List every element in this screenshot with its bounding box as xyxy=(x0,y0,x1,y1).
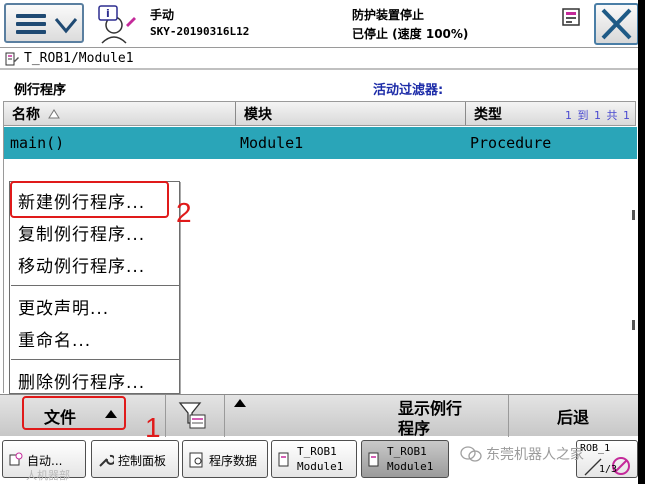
table-header: 名称 模块 类型 1 到 1 共 1 xyxy=(3,101,636,126)
column-type-label: 类型 xyxy=(474,107,502,123)
annotation-number-2: 2 xyxy=(176,197,192,228)
rob-fraction: 1/3 xyxy=(599,464,618,475)
menu-item-move-routine[interactable]: 移动例行程序... xyxy=(18,252,145,277)
speed-state: 已停止 (速度 100%) xyxy=(352,27,469,41)
hamburger-icon xyxy=(16,14,46,38)
table-row[interactable]: main() Module1 Procedure xyxy=(4,127,637,159)
menu-divider xyxy=(11,285,179,286)
task-control-panel[interactable]: 控制面板 xyxy=(91,440,179,478)
main-menu-button[interactable] xyxy=(4,3,84,43)
column-header-name[interactable]: 名称 xyxy=(4,102,236,125)
task1-line1: T_ROB1 xyxy=(297,445,337,458)
column-name-label: 名称 xyxy=(12,107,40,123)
menu-divider xyxy=(11,359,179,360)
program-editor-icon xyxy=(5,52,19,66)
menu-item-rename[interactable]: 重命名... xyxy=(18,326,91,351)
routine-name-cell: main() xyxy=(10,134,65,152)
column-module-label: 模块 xyxy=(244,107,272,123)
routine-type-cell: Procedure xyxy=(470,134,552,152)
vertical-scrollbar[interactable] xyxy=(631,160,636,390)
back-button[interactable]: 后退 xyxy=(509,395,638,437)
filter-funnel-icon xyxy=(178,402,206,429)
safety-state: 防护装置停止 xyxy=(352,8,425,22)
filter-button[interactable] xyxy=(166,395,224,437)
task-control-panel-label: 控制面板 xyxy=(118,454,167,468)
watermark-sub: 人机器部 xyxy=(26,469,70,482)
chevron-down-icon xyxy=(54,18,78,34)
breadcrumb: T_ROB1/Module1 xyxy=(0,48,638,70)
task-program-editor-1[interactable]: T_ROB1 Module1 xyxy=(271,440,357,478)
quickset-button[interactable]: ROB_1 1/3 xyxy=(576,440,638,478)
rob-label: ROB_1 xyxy=(580,443,611,454)
production-icon xyxy=(9,452,23,466)
task-program-data-label: 程序数据 xyxy=(209,454,258,468)
show-routine-label-2: 程序 xyxy=(398,419,431,438)
status-bar: i 手动 SKY-20190316L12 防护装置停止 已停止 (速度 100%… xyxy=(0,0,645,48)
back-label: 后退 xyxy=(557,408,590,427)
program-editor-icon xyxy=(368,452,379,467)
close-button[interactable] xyxy=(594,3,639,45)
task2-line2: Module1 xyxy=(387,460,434,473)
svg-text:i: i xyxy=(106,7,110,20)
close-icon xyxy=(601,8,632,40)
menu-item-change-declaration[interactable]: 更改声明... xyxy=(18,294,109,319)
program-editor-icon xyxy=(278,452,289,467)
watermark: 东莞机器人之家 xyxy=(486,447,584,463)
show-menu-button[interactable] xyxy=(225,395,255,437)
program-data-icon xyxy=(189,452,203,468)
active-filter-label[interactable]: 活动过滤器: xyxy=(373,79,443,98)
sort-ascending-icon xyxy=(47,109,60,119)
screen-frame xyxy=(638,0,645,484)
operation-mode: 手动 xyxy=(150,8,175,22)
event-log-icon[interactable] xyxy=(562,8,580,26)
taskbar: 自动... 控制面板 程序数据 T_ROB1 Module1 T_ROB1 Mo… xyxy=(0,437,645,484)
operator-info-icon[interactable]: i xyxy=(96,3,138,45)
task2-line1: T_ROB1 xyxy=(387,445,427,458)
routine-module-cell: Module1 xyxy=(240,134,304,152)
annotation-box-new-routine xyxy=(10,181,169,218)
wechat-icon xyxy=(460,446,482,462)
controller-name: SKY-20190316L12 xyxy=(150,25,250,38)
wrench-icon xyxy=(99,454,114,467)
menu-item-delete-routine[interactable]: 删除例行程序... xyxy=(18,368,145,393)
annotation-box-file xyxy=(22,396,126,430)
task-program-editor-2[interactable]: T_ROB1 Module1 xyxy=(361,440,449,478)
path-label: T_ROB1/Module1 xyxy=(24,51,134,66)
page-count: 1 到 1 共 1 xyxy=(565,109,631,122)
column-header-module[interactable]: 模块 xyxy=(236,102,466,125)
show-routine-button[interactable]: 显示例行 程序 xyxy=(370,395,508,438)
page-title: 例行程序 xyxy=(14,83,67,98)
task1-line2: Module1 xyxy=(297,460,344,473)
annotation-number-1: 1 xyxy=(145,412,161,443)
menu-item-copy-routine[interactable]: 复制例行程序... xyxy=(18,220,145,245)
caret-up-icon xyxy=(234,399,246,407)
task-program-data[interactable]: 程序数据 xyxy=(182,440,268,478)
